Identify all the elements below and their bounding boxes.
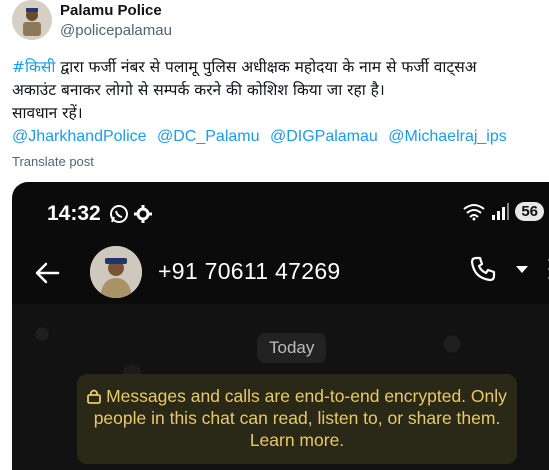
tweet-line-3: सावधान रहें। bbox=[12, 104, 83, 122]
date-chip: Today bbox=[257, 333, 327, 363]
contact-photo bbox=[90, 246, 142, 298]
whatsapp-icon bbox=[110, 205, 128, 223]
phone-call-icon[interactable] bbox=[470, 256, 496, 282]
gear-icon bbox=[134, 205, 152, 223]
back-arrow-icon[interactable] bbox=[34, 260, 60, 286]
tweet-line-1: #किसी द्वारा फर्जी नंबर से पलामू पुलिस अ… bbox=[12, 56, 549, 79]
dropdown-icon[interactable] bbox=[516, 264, 528, 274]
mention-link[interactable]: @DIGPalamau bbox=[270, 128, 378, 145]
chat-body: Today Messages and calls are end-to-end … bbox=[12, 304, 549, 470]
encryption-notice[interactable]: Messages and calls are end-to-end encryp… bbox=[77, 374, 517, 464]
chat-header-actions bbox=[470, 256, 549, 282]
lock-icon bbox=[87, 389, 102, 404]
wifi-icon bbox=[463, 203, 485, 220]
author-handle[interactable]: @policepalamau bbox=[60, 22, 172, 39]
author-name[interactable]: Palamu Police bbox=[60, 2, 162, 19]
encryption-notice-text: Messages and calls are end-to-end encryp… bbox=[93, 386, 507, 450]
status-time: 14:32 bbox=[47, 202, 101, 225]
hashtag-link[interactable]: #किसी bbox=[12, 58, 55, 76]
tweet-line-2: अकाउंट बनाकर लोगो से सम्पर्क करने की कोश… bbox=[12, 81, 385, 99]
signal-icon bbox=[492, 202, 510, 220]
contact-number[interactable]: +91 70611 47269 bbox=[158, 258, 341, 285]
phone-status-bar: 14:32 56 bbox=[12, 182, 549, 244]
status-left-icons bbox=[109, 204, 152, 224]
tweet-text: #किसी द्वारा फर्जी नंबर से पलामू पुलिस अ… bbox=[12, 56, 549, 125]
mentions-row: @JharkhandPolice @DC_Palamu @DIGPalamau … bbox=[12, 128, 513, 146]
mention-link[interactable]: @JharkhandPolice bbox=[12, 128, 147, 145]
battery-indicator: 56 bbox=[515, 202, 544, 221]
chat-header: +91 70611 47269 bbox=[12, 244, 549, 304]
status-right-icons: 56 bbox=[463, 202, 544, 221]
author-avatar[interactable] bbox=[12, 0, 52, 40]
attached-screenshot[interactable]: 14:32 56 +91 70611 47269 Today Messages … bbox=[12, 182, 549, 470]
mention-link[interactable]: @DC_Palamu bbox=[157, 128, 260, 145]
mention-link[interactable]: @Michaelraj_ips bbox=[388, 128, 507, 145]
translate-post-link[interactable]: Translate post bbox=[12, 154, 94, 169]
contact-avatar[interactable] bbox=[90, 246, 142, 298]
police-emblem-icon bbox=[12, 0, 52, 40]
tweet-line-1-text: द्वारा फर्जी नंबर से पलामू पुलिस अधीक्षक… bbox=[55, 58, 477, 76]
